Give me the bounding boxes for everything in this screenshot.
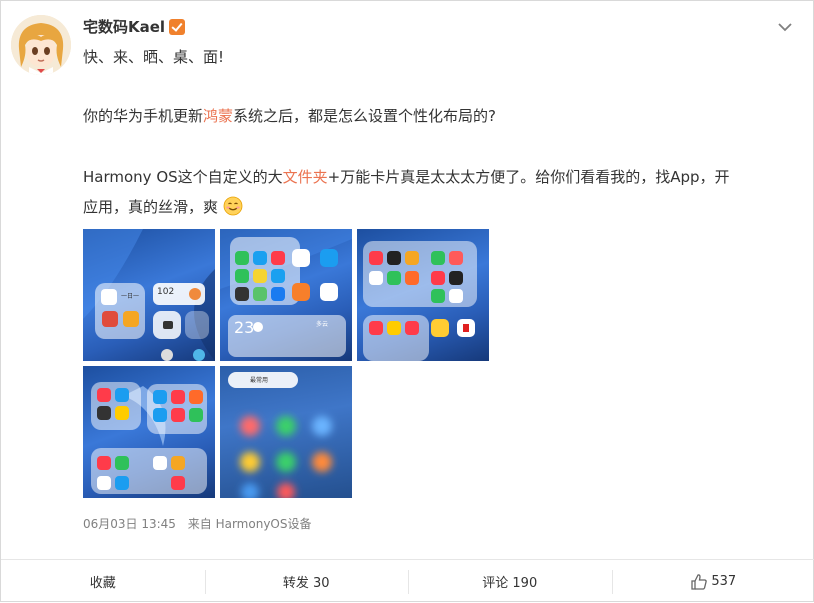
screenshot-thumb-4[interactable] xyxy=(83,366,215,498)
para3-b: +万能卡片真是太太太方便了。给你们看看我的，找App，开 xyxy=(328,168,730,186)
screenshot-thumb-1[interactable]: 一日一 102 xyxy=(83,229,215,361)
thumb2-temp: 23 xyxy=(234,318,254,337)
like-button[interactable]: 537 xyxy=(612,560,814,603)
thumb1-clock-label: 一日一 xyxy=(121,291,139,300)
hashtag-link-hongmeng[interactable]: 鸿蒙 xyxy=(203,107,233,125)
image-grid: 一日一 102 xyxy=(83,229,491,497)
para3-line2-text: 应用，真的丝滑，爽 xyxy=(83,198,218,216)
comment-button[interactable]: 评论 190 xyxy=(408,560,612,603)
screenshot-thumb-2[interactable]: 23 多云 xyxy=(220,229,352,361)
repost-label: 转发 30 xyxy=(283,572,330,591)
post-text-para3-line2: 应用，真的丝滑，爽 xyxy=(83,194,243,220)
author-avatar[interactable] xyxy=(11,15,71,75)
favorite-button[interactable]: 收藏 xyxy=(1,560,205,603)
screenshot-thumb-3[interactable] xyxy=(357,229,489,361)
para3-a: Harmony OS这个自定义的大 xyxy=(83,168,283,186)
screenshot-thumb-5[interactable]: 最常用 xyxy=(220,366,352,498)
thumbs-up-icon xyxy=(690,573,708,591)
thumb1-temp: 102 xyxy=(157,287,174,297)
anime-avatar-icon xyxy=(11,15,71,75)
post-text-line1: 快、来、晒、桌、面! xyxy=(83,44,224,70)
post-text-para2: 你的华为手机更新鸿蒙系统之后，都是怎么设置个性化布局的? xyxy=(83,103,496,129)
thumb5-label: 最常用 xyxy=(250,375,268,384)
like-count: 537 xyxy=(711,574,736,589)
action-bar: 收藏 转发 30 评论 190 537 xyxy=(1,559,814,603)
post-text-para3-line1: Harmony OS这个自定义的大文件夹+万能卡片真是太太太方便了。给你们看看我… xyxy=(83,164,730,190)
smile-emoji-icon xyxy=(223,196,243,216)
hashtag-link-folder[interactable]: 文件夹 xyxy=(283,168,328,186)
thumb2-weather: 多云 xyxy=(316,319,328,328)
chevron-down-icon[interactable] xyxy=(777,19,793,35)
post-timestamp[interactable]: 06月03日 13:45 xyxy=(83,517,176,531)
post-source[interactable]: 来自 HarmonyOS设备 xyxy=(188,517,312,531)
para2-prefix: 你的华为手机更新 xyxy=(83,107,203,125)
repost-button[interactable]: 转发 30 xyxy=(205,560,409,603)
author-name[interactable]: 宅数码Kael xyxy=(83,16,185,37)
comment-label: 评论 190 xyxy=(482,572,537,591)
author-name-text[interactable]: 宅数码Kael xyxy=(83,16,165,37)
para2-suffix: 系统之后，都是怎么设置个性化布局的? xyxy=(233,107,496,125)
post-meta: 06月03日 13:45 来自 HarmonyOS设备 xyxy=(83,515,311,532)
weibo-post-card: 宅数码Kael 快、来、晒、桌、面! 你的华为手机更新鸿蒙系统之后，都是怎么设置… xyxy=(0,0,814,602)
verified-badge-icon xyxy=(169,19,185,35)
favorite-label: 收藏 xyxy=(90,572,116,591)
